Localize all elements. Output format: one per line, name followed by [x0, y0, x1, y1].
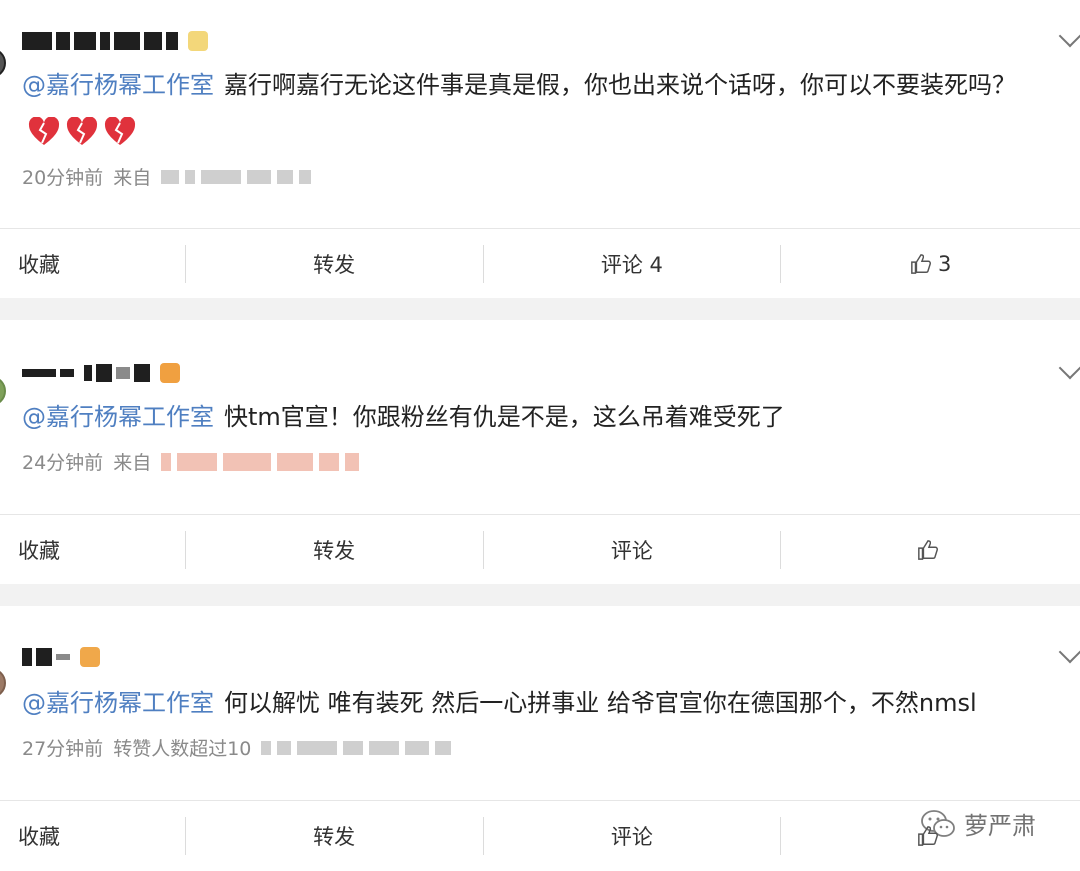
thumbs-up-icon — [917, 540, 938, 560]
section-separator — [0, 584, 1080, 606]
post-text: 何以解忧 唯有装死 然后一心拼事业 给爷官宣你在德国那个，不然nmsl — [224, 689, 977, 717]
repost-button[interactable]: 转发 — [186, 801, 483, 871]
favorite-button[interactable]: 收藏 — [0, 229, 185, 299]
broken-heart-icon — [104, 117, 136, 145]
repost-label: 转发 — [313, 253, 356, 277]
post-time: 27分钟前 — [22, 738, 104, 760]
watermark-text: 萝严肃 — [964, 812, 1036, 840]
action-bar: 收藏 转发 评论 — [0, 800, 1080, 871]
post-card: @嘉行杨幂工作室 何以解忧 唯有装死 然后一心拼事业 给爷官宣你在德国那个，不然n… — [0, 606, 1080, 800]
repost-button[interactable]: 转发 — [186, 515, 483, 585]
favorite-label: 收藏 — [18, 539, 60, 563]
avatar[interactable] — [0, 668, 6, 698]
post-source: 来自 — [113, 167, 152, 189]
post-time: 24分钟前 — [22, 452, 104, 474]
post-content: @嘉行杨幂工作室 嘉行啊嘉行无论这件事是真是假，你也出来说个话呀，你可以不要装死吗… — [22, 62, 1030, 154]
chevron-down-icon[interactable] — [1058, 24, 1080, 48]
favorite-label: 收藏 — [18, 825, 60, 849]
comment-label: 评论 — [610, 539, 653, 563]
post-source: 转赞人数超过10 — [113, 738, 252, 760]
comment-button[interactable]: 评论 — [483, 515, 780, 585]
post-content: @嘉行杨幂工作室 快tm官宣！你跟粉丝有仇是不是，这么吊着难受死了 — [22, 394, 1030, 440]
post-card: @嘉行杨幂工作室 快tm官宣！你跟粉丝有仇是不是，这么吊着难受死了 24分钟前 来… — [0, 320, 1080, 514]
post-content: @嘉行杨幂工作室 何以解忧 唯有装死 然后一心拼事业 给爷官宣你在德国那个，不然n… — [22, 680, 1030, 726]
action-bar: 收藏 转发 评论 4 3 — [0, 228, 1080, 299]
like-count: 3 — [937, 252, 952, 276]
post-meta: 24分钟前 来自 — [22, 448, 360, 475]
mention-link[interactable]: @嘉行杨幂工作室 — [22, 689, 214, 717]
avatar[interactable] — [0, 376, 6, 406]
chevron-down-icon[interactable] — [1058, 640, 1080, 664]
like-button[interactable]: 3 — [781, 229, 1080, 299]
source-redacted — [161, 452, 360, 471]
post-text: 嘉行啊嘉行无论这件事是真是假，你也出来说个话呀，你可以不要装死吗？ — [224, 71, 1016, 99]
chevron-down-icon[interactable] — [1058, 356, 1080, 380]
comment-button[interactable]: 评论 — [483, 801, 780, 871]
source-redacted — [261, 740, 452, 755]
wechat-logo-icon — [921, 809, 955, 837]
post-time: 20分钟前 — [22, 167, 104, 189]
source-redacted — [161, 169, 312, 184]
repost-label: 转发 — [313, 825, 356, 849]
broken-heart-emojis — [28, 117, 136, 147]
post-meta: 27分钟前 转赞人数超过10 — [22, 734, 452, 761]
repost-button[interactable]: 转发 — [186, 229, 483, 299]
comment-label: 评论 — [610, 825, 653, 849]
username-redacted[interactable] — [22, 358, 180, 388]
vip-badge-icon — [188, 31, 208, 51]
section-separator — [0, 298, 1080, 320]
username-redacted[interactable] — [22, 26, 208, 56]
vip-badge-icon — [80, 647, 100, 667]
comment-label: 评论 4 — [600, 253, 663, 277]
thumbs-up-icon — [911, 254, 931, 274]
mention-link[interactable]: @嘉行杨幂工作室 — [22, 71, 214, 99]
vip-badge-icon — [160, 363, 180, 383]
broken-heart-icon — [66, 117, 98, 145]
wechat-watermark: 萝严肃 — [920, 806, 1036, 841]
favorite-button[interactable]: 收藏 — [0, 801, 185, 871]
post-text: 快tm官宣！你跟粉丝有仇是不是，这么吊着难受死了 — [224, 403, 785, 431]
repost-label: 转发 — [313, 539, 356, 563]
avatar[interactable] — [0, 48, 6, 78]
like-button[interactable] — [781, 515, 1080, 585]
post-source: 来自 — [113, 452, 152, 474]
broken-heart-icon — [28, 117, 60, 145]
post-card: @嘉行杨幂工作室 嘉行啊嘉行无论这件事是真是假，你也出来说个话呀，你可以不要装死吗… — [0, 0, 1080, 228]
action-bar: 收藏 转发 评论 — [0, 514, 1080, 585]
post-meta: 20分钟前 来自 — [22, 163, 312, 190]
username-redacted[interactable] — [22, 642, 100, 672]
mention-link[interactable]: @嘉行杨幂工作室 — [22, 403, 214, 431]
favorite-label: 收藏 — [18, 253, 60, 277]
favorite-button[interactable]: 收藏 — [0, 515, 185, 585]
comment-button[interactable]: 评论 4 — [483, 229, 780, 299]
